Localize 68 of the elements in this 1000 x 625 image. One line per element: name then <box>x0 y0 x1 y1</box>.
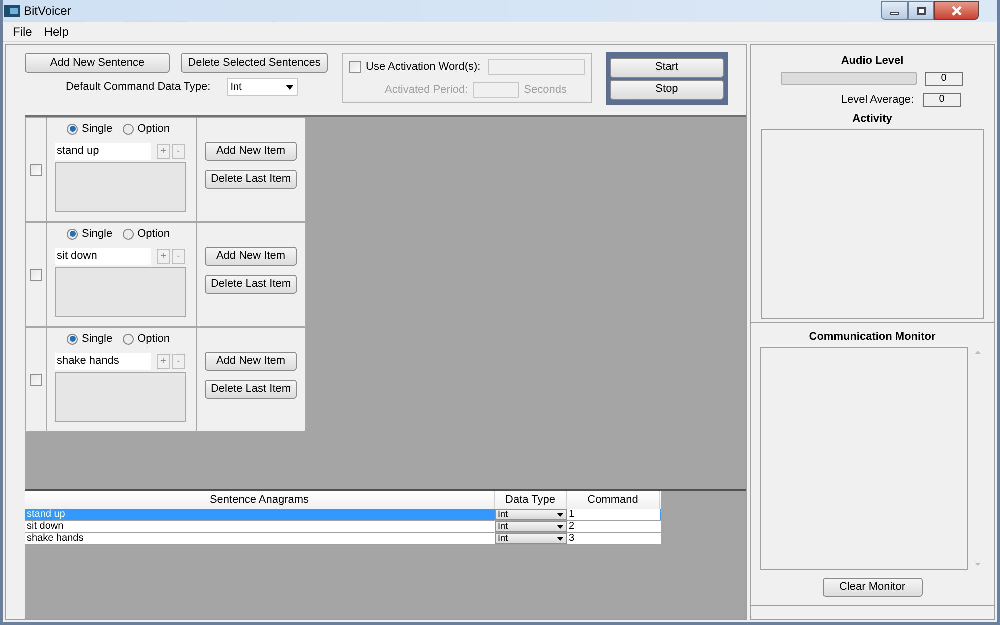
data-type-dropdown[interactable]: Int <box>226 78 298 96</box>
add-item-button[interactable]: Add New Item <box>205 352 297 371</box>
checkbox[interactable] <box>30 268 42 280</box>
default-type-label: Default Command Data Type: <box>66 80 211 95</box>
audio-level-title: Audio Level <box>840 54 905 69</box>
radio-label: Option <box>138 332 170 347</box>
activation-words-field[interactable] <box>488 59 585 76</box>
add-item-button[interactable]: Add New Item <box>205 247 297 266</box>
table-cell-text: sit down <box>26 521 65 532</box>
activated-period-field[interactable] <box>473 82 520 98</box>
app-icon <box>4 5 20 17</box>
level-reading: 0 <box>925 72 963 86</box>
radio-button[interactable] <box>67 228 78 240</box>
checkbox[interactable] <box>30 374 42 386</box>
stop-button[interactable]: Stop <box>610 80 724 100</box>
table-row[interactable]: sit down Int 2 <box>25 521 661 533</box>
activation-label: Use Activation Word(s): <box>366 60 481 75</box>
dropdown-arrow-icon <box>557 536 564 540</box>
maximize-icon[interactable] <box>908 1 934 20</box>
items-list[interactable] <box>55 267 186 317</box>
level-average-label: Level Average: <box>841 92 914 108</box>
type-dropdown[interactable]: Int <box>495 533 567 544</box>
radio-button[interactable] <box>67 334 78 344</box>
delete-sentences-button[interactable]: Delete Selected Sentences <box>181 53 328 73</box>
table-row[interactable]: shake hands Int 3 <box>25 533 661 545</box>
seconds-label: Seconds <box>524 82 567 98</box>
sentence-input[interactable]: sit down <box>55 248 151 265</box>
start-button[interactable]: Start <box>610 58 724 78</box>
minimize-icon[interactable] <box>881 1 908 20</box>
add-sentence-button[interactable]: Add New Sentence <box>25 53 170 73</box>
add-item-button[interactable]: Add New Item <box>205 142 297 161</box>
radio-button[interactable] <box>122 334 134 344</box>
radio-label: Single <box>82 122 113 137</box>
dropdown-arrow-icon <box>557 512 564 516</box>
window-title: BitVoicer <box>24 3 72 20</box>
communication-monitor-title: Communication Monitor <box>808 330 937 344</box>
dropdown-arrow-icon <box>557 524 564 528</box>
scroll-down-icon[interactable] <box>974 563 980 566</box>
delete-item-button[interactable]: Delete Last Item <box>205 170 297 189</box>
checkbox[interactable] <box>30 164 42 176</box>
clear-monitor-button[interactable]: Clear Monitor <box>822 578 922 597</box>
radio-button[interactable] <box>122 228 134 240</box>
radio-button[interactable] <box>67 124 78 134</box>
items-list[interactable] <box>55 372 186 422</box>
radio-label: Option <box>138 122 170 137</box>
radio-label: Option <box>138 226 170 242</box>
delete-item-button[interactable]: Delete Last Item <box>205 380 297 399</box>
radio-label: Single <box>82 226 113 242</box>
radio-button[interactable] <box>122 124 134 134</box>
delete-item-button[interactable]: Delete Last Item <box>205 275 297 294</box>
type-dropdown[interactable]: Int <box>495 521 567 532</box>
radio-label: Single <box>82 332 113 347</box>
menu-item[interactable]: Help <box>44 22 70 40</box>
sentence-input[interactable]: shake hands <box>55 353 151 370</box>
items-list[interactable] <box>55 162 186 212</box>
table-cell-text: stand up <box>26 509 66 520</box>
level-average-reading: 0 <box>923 92 961 107</box>
sentence-input[interactable]: stand up <box>55 143 151 160</box>
activity-title: Activity <box>852 112 894 127</box>
table-row[interactable]: stand up Int 1 <box>25 509 661 521</box>
activated-period-label: Activated Period: <box>385 82 468 98</box>
type-dropdown[interactable]: Int <box>495 509 567 520</box>
close-icon[interactable] <box>934 1 979 20</box>
menu-item[interactable]: File <box>13 22 32 40</box>
table-cell-text: shake hands <box>26 533 85 544</box>
scroll-up-icon[interactable] <box>974 351 980 354</box>
table-cell: 1 <box>567 509 660 520</box>
dropdown-arrow-icon <box>286 84 294 90</box>
